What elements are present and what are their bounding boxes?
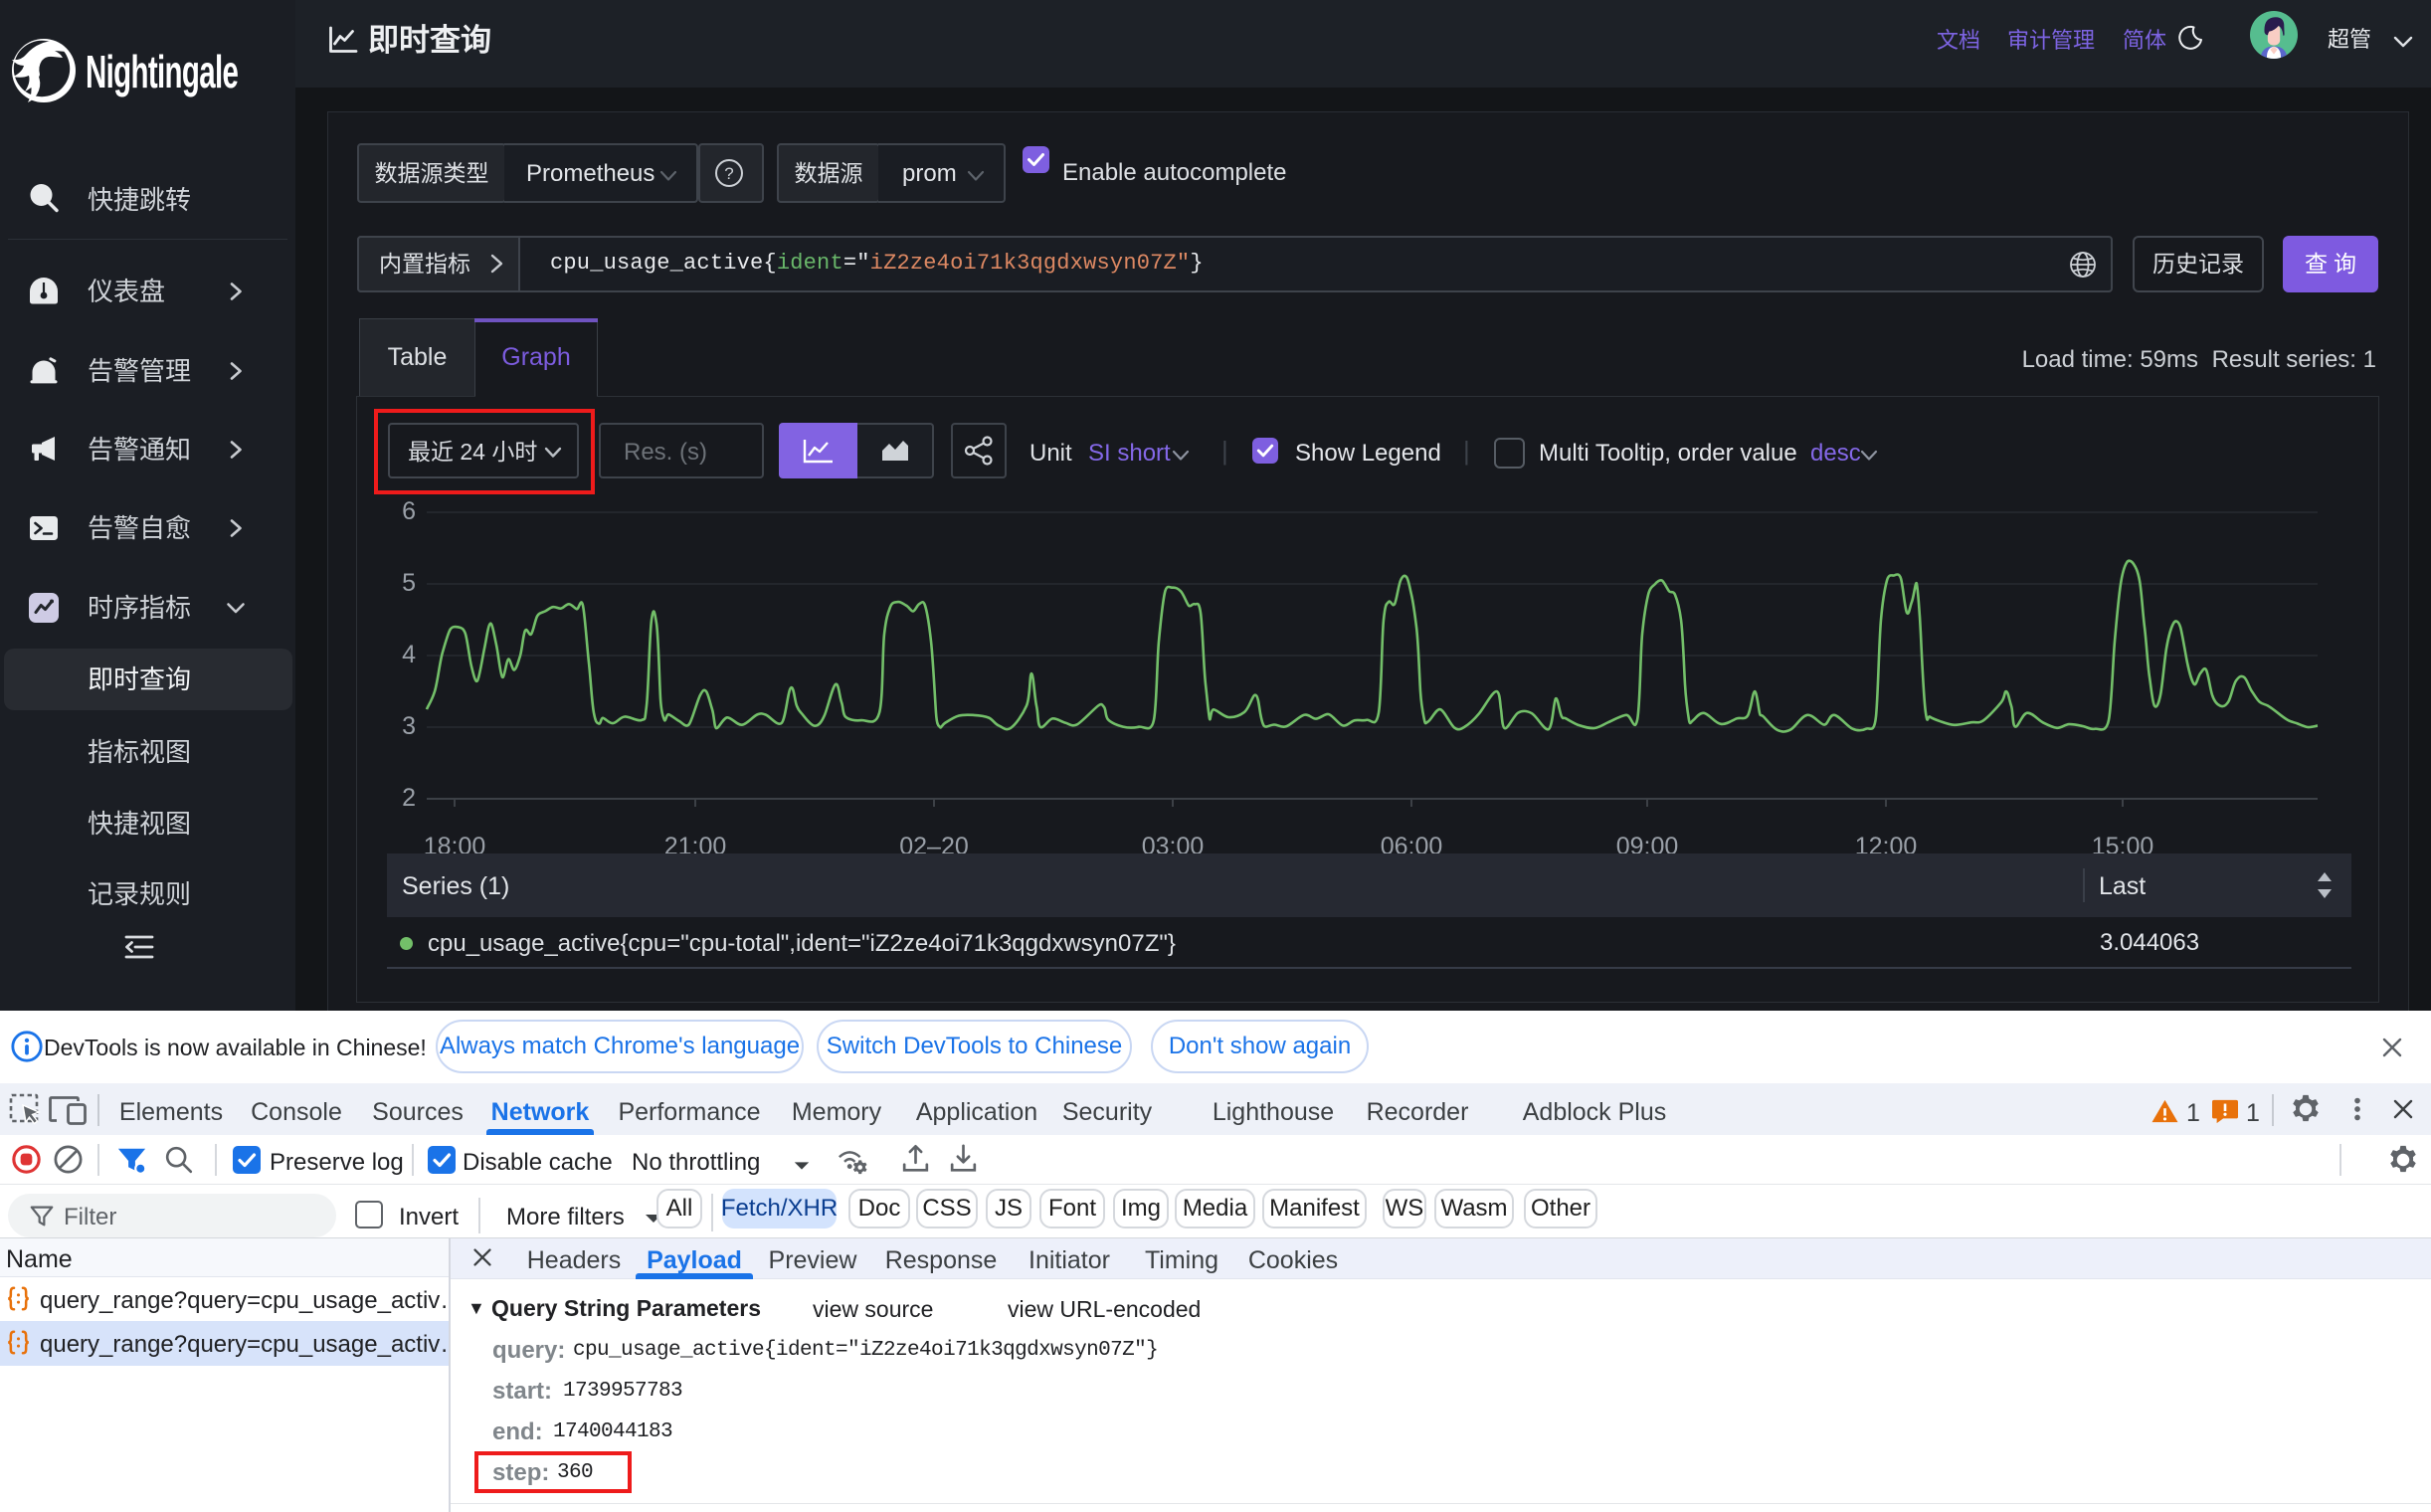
- svg-text:?: ?: [724, 164, 733, 183]
